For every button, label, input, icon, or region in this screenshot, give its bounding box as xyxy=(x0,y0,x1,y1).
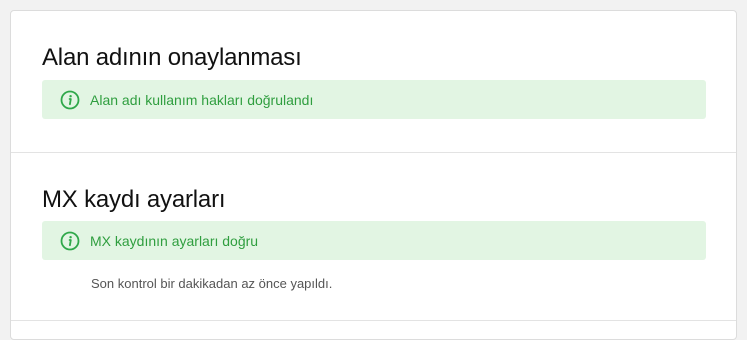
mx-settings-notice: MX kaydının ayarları doğru xyxy=(42,221,706,260)
domain-verification-title: Alan adının onaylanması xyxy=(42,44,302,71)
info-icon xyxy=(60,90,80,110)
domain-verification-notice: Alan adı kullanım hakları doğrulandı xyxy=(42,80,706,119)
mx-settings-notice-text: MX kaydının ayarları doğru xyxy=(90,232,259,249)
settings-card: Alan adının onaylanması Alan adı kullanı… xyxy=(10,10,737,340)
domain-verification-notice-text: Alan adı kullanım hakları doğrulandı xyxy=(90,91,314,108)
domain-verification-section: Alan adının onaylanması Alan adı kullanı… xyxy=(11,11,736,153)
last-check-text: Son kontrol bir dakikadan az önce yapıld… xyxy=(91,276,333,291)
mx-settings-section: MX kaydı ayarları MX kaydının ayarları d… xyxy=(11,152,736,321)
mx-settings-title: MX kaydı ayarları xyxy=(42,186,226,213)
info-icon xyxy=(60,231,80,251)
